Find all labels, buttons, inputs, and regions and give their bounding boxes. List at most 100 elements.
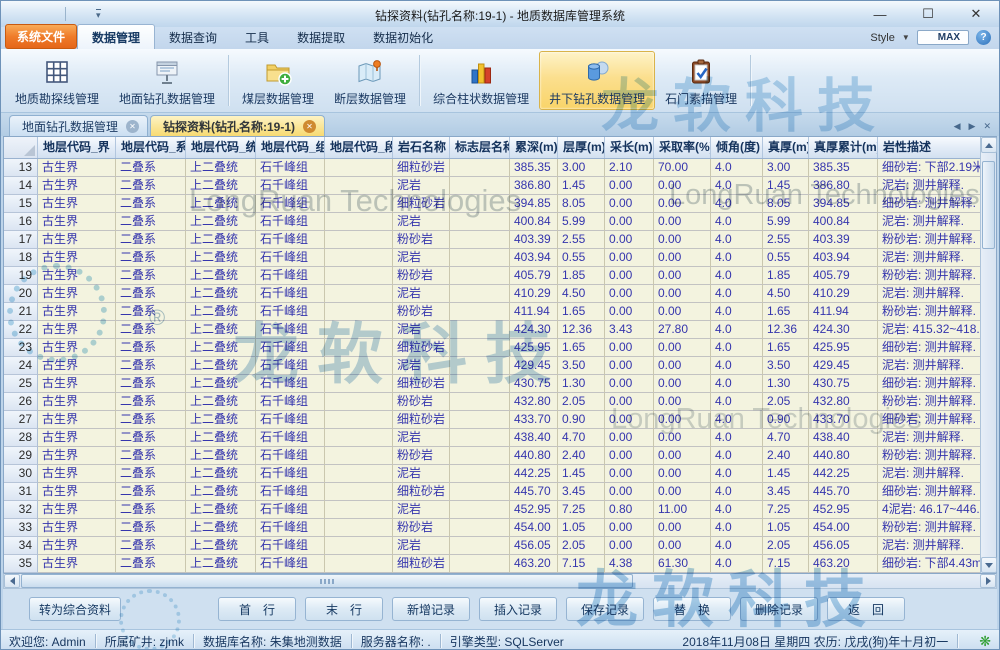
table-cell[interactable]: 4.70	[558, 429, 605, 447]
table-cell[interactable]: 410.29	[510, 285, 558, 303]
table-cell[interactable]	[325, 231, 393, 249]
table-cell[interactable]: 442.25	[510, 465, 558, 483]
last-row-button[interactable]: 末 行	[305, 597, 383, 621]
table-cell[interactable]: 456.05	[809, 537, 878, 555]
table-cell[interactable]: 1.65	[763, 339, 809, 357]
table-cell[interactable]: 古生界	[38, 213, 116, 231]
table-cell[interactable]: 394.85	[510, 195, 558, 213]
table-cell[interactable]: 泥岩	[393, 465, 450, 483]
table-cell[interactable]: 410.29	[809, 285, 878, 303]
table-cell[interactable]: 0.55	[558, 249, 605, 267]
table-cell[interactable]: 二叠系	[116, 519, 186, 537]
table-cell[interactable]: 463.20	[809, 555, 878, 573]
table-cell[interactable]: 0.00	[654, 357, 711, 375]
table-cell[interactable]: 433.70	[809, 411, 878, 429]
table-cell[interactable]: 古生界	[38, 231, 116, 249]
table-cell[interactable]: 上二叠统	[186, 303, 256, 321]
grid-column-header[interactable]: 真厚累计(m)	[809, 137, 878, 158]
table-cell[interactable]	[450, 249, 510, 267]
table-cell[interactable]: 0.00	[605, 339, 654, 357]
table-cell[interactable]: 2.40	[763, 447, 809, 465]
table-cell[interactable]: 456.05	[510, 537, 558, 555]
table-cell[interactable]	[450, 393, 510, 411]
grid-column-header[interactable]: 倾角(度)	[711, 137, 763, 158]
table-cell[interactable]: 古生界	[38, 267, 116, 285]
table-cell[interactable]: 0.55	[763, 249, 809, 267]
table-cell[interactable]: 7.15	[763, 555, 809, 573]
row-number-cell[interactable]: 20	[4, 285, 38, 303]
tab-scroll-left-icon[interactable]: ◀	[954, 121, 961, 132]
ribbon-button-underground-borehole[interactable]: 井下钻孔数据管理	[539, 51, 655, 110]
table-cell[interactable]	[325, 447, 393, 465]
row-number-cell[interactable]: 24	[4, 357, 38, 375]
table-cell[interactable]	[325, 483, 393, 501]
row-number-cell[interactable]: 33	[4, 519, 38, 537]
table-cell[interactable]: 1.05	[763, 519, 809, 537]
grid-column-header[interactable]: 采取率(%)	[654, 137, 711, 158]
table-cell[interactable]: 石千峰组	[256, 213, 325, 231]
table-cell[interactable]: 上二叠统	[186, 231, 256, 249]
table-cell[interactable]: 4.0	[711, 339, 763, 357]
table-cell[interactable]: 石千峰组	[256, 231, 325, 249]
table-cell[interactable]: 70.00	[654, 159, 711, 177]
grid-column-header[interactable]: 标志层名称	[450, 137, 510, 158]
table-cell[interactable]: 4.0	[711, 375, 763, 393]
table-cell[interactable]: 细砂岩: 测井解释.	[878, 195, 980, 213]
table-cell[interactable]: 泥岩: 测井解释.	[878, 429, 980, 447]
table-cell[interactable]: 石千峰组	[256, 465, 325, 483]
minimize-button[interactable]: —	[867, 7, 893, 22]
replace-button[interactable]: 替 换	[653, 597, 731, 621]
table-cell[interactable]: 4泥岩: 46.17~446.	[878, 501, 980, 519]
table-cell[interactable]: 424.30	[510, 321, 558, 339]
grid-column-header[interactable]: 累深(m)	[510, 137, 558, 158]
table-cell[interactable]: 7.25	[558, 501, 605, 519]
row-number-cell[interactable]: 28	[4, 429, 38, 447]
table-cell[interactable]: 0.00	[605, 213, 654, 231]
help-icon[interactable]: ?	[976, 30, 991, 45]
table-cell[interactable]: 二叠系	[116, 159, 186, 177]
tab-close-all-icon[interactable]: ✕	[983, 121, 991, 132]
table-row[interactable]: 23古生界二叠系上二叠统石千峰组细粒砂岩425.951.650.000.004.…	[4, 339, 980, 357]
chevron-down-icon[interactable]: ▼	[902, 33, 910, 42]
table-cell[interactable]: 古生界	[38, 303, 116, 321]
table-cell[interactable]: 440.80	[809, 447, 878, 465]
table-row[interactable]: 31古生界二叠系上二叠统石千峰组细粒砂岩445.703.450.000.004.…	[4, 483, 980, 501]
table-cell[interactable]: 0.00	[654, 231, 711, 249]
table-cell[interactable]: 0.00	[605, 357, 654, 375]
grid-column-header[interactable]: 岩石名称	[393, 137, 450, 158]
tab-data-management[interactable]: 数据管理	[77, 24, 155, 49]
table-row[interactable]: 35古生界二叠系上二叠统石千峰组细粒砂岩463.207.154.3861.304…	[4, 555, 980, 573]
table-cell[interactable]: 二叠系	[116, 447, 186, 465]
table-cell[interactable]	[450, 375, 510, 393]
table-row[interactable]: 18古生界二叠系上二叠统石千峰组泥岩403.940.550.000.004.00…	[4, 249, 980, 267]
table-cell[interactable]	[450, 519, 510, 537]
return-button[interactable]: 返 回	[827, 597, 905, 621]
table-cell[interactable]: 394.85	[809, 195, 878, 213]
table-cell[interactable]: 细砂岩: 测井解释.	[878, 339, 980, 357]
table-cell[interactable]: 411.94	[510, 303, 558, 321]
row-number-cell[interactable]: 23	[4, 339, 38, 357]
table-cell[interactable]: 438.40	[510, 429, 558, 447]
table-cell[interactable]: 425.95	[809, 339, 878, 357]
table-cell[interactable]: 7.25	[763, 501, 809, 519]
table-cell[interactable]: 3.00	[763, 159, 809, 177]
table-cell[interactable]: 3.43	[605, 321, 654, 339]
table-cell[interactable]: 411.94	[809, 303, 878, 321]
ribbon-button-coal-seam[interactable]: 煤层数据管理	[232, 51, 324, 110]
horizontal-scrollbar[interactable]	[3, 573, 997, 589]
table-cell[interactable]: 二叠系	[116, 483, 186, 501]
close-button[interactable]: ✕	[963, 6, 989, 22]
table-cell[interactable]: 二叠系	[116, 357, 186, 375]
table-cell[interactable]: 上二叠统	[186, 519, 256, 537]
table-cell[interactable]: 二叠系	[116, 303, 186, 321]
table-cell[interactable]: 石千峰组	[256, 195, 325, 213]
table-cell[interactable]: 61.30	[654, 555, 711, 573]
table-cell[interactable]: 0.00	[605, 375, 654, 393]
table-cell[interactable]	[450, 339, 510, 357]
table-cell[interactable]: 泥岩: 测井解释.	[878, 249, 980, 267]
table-row[interactable]: 25古生界二叠系上二叠统石千峰组细粒砂岩430.751.300.000.004.…	[4, 375, 980, 393]
table-cell[interactable]: 古生界	[38, 357, 116, 375]
table-cell[interactable]: 430.75	[809, 375, 878, 393]
table-cell[interactable]: 泥岩	[393, 213, 450, 231]
table-cell[interactable]: 0.00	[654, 213, 711, 231]
